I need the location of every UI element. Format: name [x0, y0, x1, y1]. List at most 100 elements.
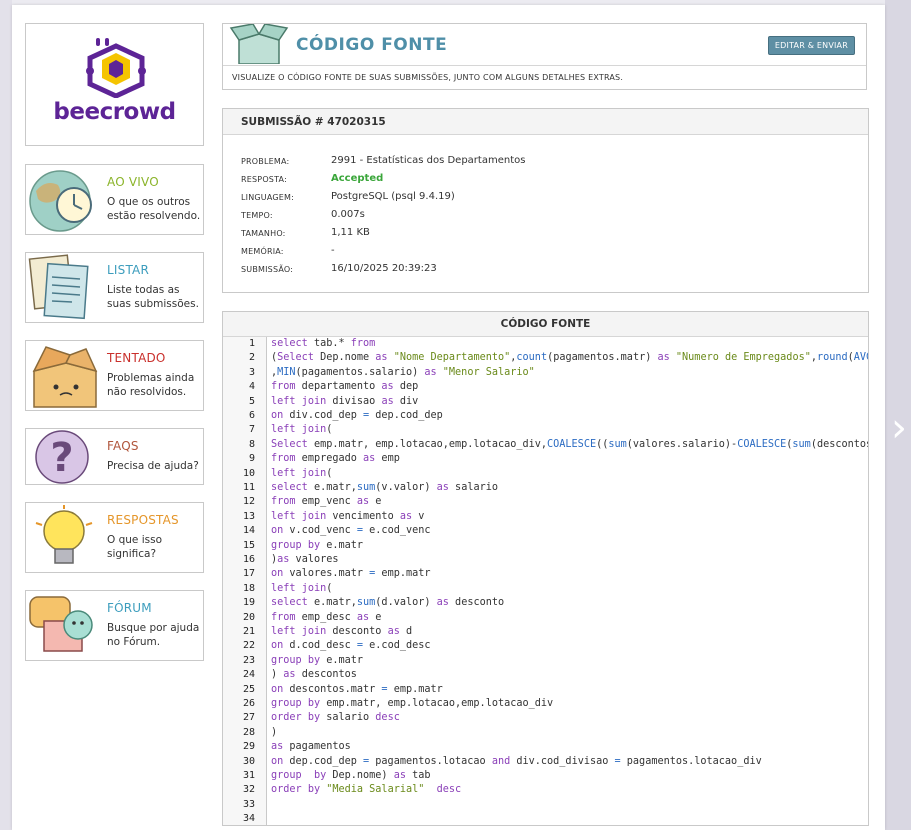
page-container: beecrowd AO VIVO O que os outros estão r…	[12, 5, 885, 830]
bee-logo-icon	[86, 38, 146, 98]
line-number: 2	[248, 352, 255, 364]
submission-row-problem: PROBLEMA: 2991 - Estatísticas dos Depart…	[241, 155, 841, 173]
detail-label: SUBMISSÃO:	[241, 265, 294, 274]
globe-clock-icon	[29, 170, 92, 232]
code-line: from departamento as dep	[271, 381, 419, 393]
line-number: 10	[242, 467, 255, 479]
submission-row-date: SUBMISSÃO: 16/10/2025 20:39:23	[241, 263, 841, 281]
line-number: 33	[242, 798, 255, 810]
nav-forum[interactable]: FÓRUM Busque por ajuda no Fórum.	[25, 590, 204, 661]
nav-title: AO VIVO	[107, 175, 159, 189]
chevron-right-icon[interactable]: ›	[891, 408, 907, 448]
code-line: as pagamentos	[271, 741, 351, 753]
nav-desc: Busque por ajuda no Fórum.	[107, 621, 203, 649]
nav-desc-line: Problemas ainda	[107, 372, 195, 384]
code-line: left join desconto as d	[271, 626, 413, 637]
question-mark-icon: ?	[35, 430, 89, 484]
line-number: 5	[248, 395, 255, 407]
code-line: group by emp.matr, emp.lotacao,emp.lotac…	[271, 698, 554, 709]
nav-title: TENTADO	[107, 351, 166, 365]
nav-faqs[interactable]: ? FAQS Precisa de ajuda?	[25, 428, 204, 485]
submission-title: SUBMISSÃO # 47020315	[241, 116, 386, 128]
line-number: 6	[248, 410, 255, 421]
line-number: 23	[242, 654, 255, 666]
code-line: order by salario desc	[271, 712, 400, 724]
background-left	[0, 0, 12, 830]
code-line: group by Dep.nome) as tab	[271, 770, 431, 781]
code-line: left join(	[271, 424, 333, 436]
line-number: 14	[242, 525, 255, 537]
line-number: 13	[242, 510, 255, 522]
problem-link[interactable]: 2991 - Estatísticas dos Departamentos	[331, 155, 525, 166]
chat-bubbles-icon	[29, 596, 93, 652]
code-line: order by "Media Salarial" desc	[271, 784, 462, 796]
open-box-icon	[229, 24, 289, 64]
detail-label: PROBLEMA:	[241, 157, 290, 166]
line-number: 7	[248, 424, 255, 436]
line-number: 24	[242, 669, 255, 681]
code-line: on d.cod_desc = e.cod_desc	[271, 640, 431, 652]
code-panel-header: CÓDIGO FONTE	[223, 312, 868, 337]
code-lines[interactable]: select tab.* from (Select Dep.nome as "No…	[271, 337, 868, 825]
svg-text:?: ?	[50, 435, 73, 481]
nav-tentado[interactable]: TENTADO Problemas ainda não resolvidos.	[25, 340, 204, 411]
nav-title: FAQS	[107, 439, 139, 453]
line-number: 17	[242, 568, 255, 580]
nav-desc-line: Precisa de ajuda?	[107, 460, 199, 472]
submission-row-language: LINGUAGEM: PostgreSQL (psql 9.4.19)	[241, 191, 841, 209]
submission-header: SUBMISSÃO # 47020315	[223, 109, 868, 135]
line-number: 19	[242, 597, 255, 609]
detail-value: 16/10/2025 20:39:23	[331, 263, 437, 274]
nav-desc: Precisa de ajuda?	[107, 459, 203, 473]
submission-row-memory: MEMÓRIA: -	[241, 245, 841, 263]
code-line: select e.matr,sum(d.valor) as desconto	[271, 597, 505, 609]
nav-desc-line: suas submissões.	[107, 298, 199, 310]
nav-desc-line: O que os outros	[107, 196, 191, 208]
line-number: 25	[242, 683, 255, 695]
line-number: 3	[248, 366, 255, 378]
nav-desc-line: O que isso	[107, 534, 163, 546]
line-number: 9	[248, 453, 255, 465]
detail-label: LINGUAGEM:	[241, 193, 295, 202]
code-line: select e.matr,sum(v.valor) as salario	[271, 482, 498, 493]
nav-desc-line: significa?	[107, 548, 157, 560]
nav-desc: O que os outros estão resolvendo.	[107, 195, 203, 223]
code-line: left join vencimento as v	[271, 510, 425, 522]
line-number: 18	[242, 582, 255, 594]
nav-desc: Problemas ainda não resolvidos.	[107, 371, 203, 399]
code-line: on dep.cod_dep = pagamentos.lotacao and …	[271, 755, 762, 767]
nav-respostas[interactable]: RESPOSTAS O que isso significa?	[25, 502, 204, 573]
line-number: 16	[242, 554, 255, 565]
line-number: 32	[242, 784, 255, 796]
code-line: left join(	[271, 467, 333, 479]
code-line: left join(	[271, 582, 333, 594]
code-line: (Select Dep.nome as "Nome Departamento",…	[271, 352, 868, 364]
line-number: 20	[242, 611, 255, 623]
divider	[223, 65, 866, 66]
source-code-panel: CÓDIGO FONTE 1 2 3 4 5 6 7 8 9 10 11 12 13 14 15 16 17 18…	[222, 311, 869, 826]
code-line: from emp_venc as e	[271, 496, 382, 508]
detail-value: -	[331, 245, 335, 256]
nav-ao-vivo[interactable]: AO VIVO O que os outros estão resolvendo…	[25, 164, 204, 235]
nav-title: LISTAR	[107, 263, 149, 277]
code-line: from emp_desc as e	[271, 611, 382, 623]
line-number: 15	[242, 539, 255, 551]
line-number: 11	[242, 482, 255, 493]
status-badge: Accepted	[331, 173, 384, 184]
code-editor[interactable]: 1 2 3 4 5 6 7 8 9 10 11 12 13 14 15 16 17 18 19 20 21 22 23 24 2…	[223, 337, 868, 825]
line-number: 29	[242, 741, 255, 753]
code-line: group by e.matr	[271, 654, 364, 666]
detail-label: RESPOSTA:	[241, 175, 287, 184]
document-list-icon	[28, 254, 89, 320]
logo-card[interactable]: beecrowd	[25, 23, 204, 146]
code-line: )	[271, 726, 278, 738]
nav-desc-line: estão resolvendo.	[107, 210, 201, 222]
nav-desc-line: não resolvidos.	[107, 386, 187, 398]
nav-listar[interactable]: LISTAR Liste todas as suas submissões.	[25, 252, 204, 323]
detail-value: 0.007s	[331, 209, 365, 220]
line-number: 26	[242, 698, 255, 709]
nav-desc-line: Busque por ajuda	[107, 622, 200, 634]
box-icon	[32, 346, 98, 408]
edit-submit-button[interactable]: EDITAR & ENVIAR	[767, 36, 855, 55]
line-number: 30	[242, 755, 255, 767]
